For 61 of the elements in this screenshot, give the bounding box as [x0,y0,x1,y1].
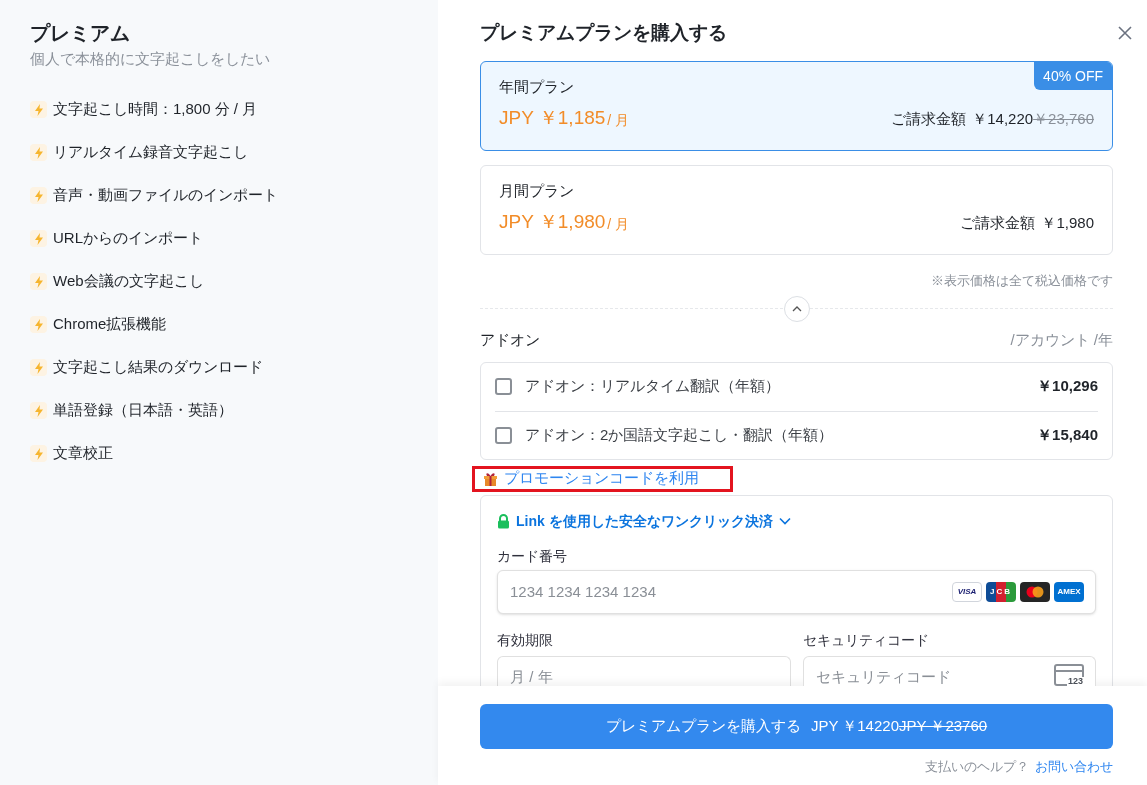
billing-amount: ￥1,980 [1041,213,1094,233]
contact-link[interactable]: お問い合わせ [1035,757,1113,777]
lock-icon [497,513,510,529]
billing-amount: ￥14,220 [972,109,1034,129]
dialog-title: プレミアムプランを購入する [480,20,727,45]
price-unit: / 月 [607,111,630,130]
feature-text: 単語登録（日本語・英語） [53,400,233,421]
lightning-icon [30,187,47,204]
addon-price: ￥10,296 [1037,376,1098,397]
billing-label: ご請求金額 [891,109,967,129]
visa-logo: VISA [952,581,982,602]
amex-logo: AMEX [1054,581,1084,602]
help-text: 支払いのヘルプ？ [925,758,1029,776]
plan-price: JPY ￥1,980 [499,210,606,234]
addon-price: ￥15,840 [1037,424,1098,445]
discount-badge: 40% OFF [1034,62,1112,90]
plan-option[interactable]: 40% OFF 年間プラン JPY ￥1,185/ 月 ご請求金額 ￥14,220￥23,760 [480,61,1113,151]
lightning-icon [30,402,47,419]
addons-title: アドオン [480,330,540,351]
feature-text: リアルタイム録音文字起こし [53,142,248,163]
addon-checkbox[interactable] [495,426,512,444]
mastercard-logo [1020,581,1050,602]
feature-text: Web会議の文字起こし [53,271,204,292]
feature-text: URLからのインポート [53,228,203,249]
lightning-icon [30,144,47,161]
collapse-button[interactable] [783,295,810,322]
lightning-icon [30,316,47,333]
expiry-label: 有効期限 [497,630,554,650]
lightning-icon [30,445,47,462]
lightning-icon [30,273,47,290]
plan-title: プレミアム [30,21,131,46]
chevron-down-icon [778,517,791,525]
promo-code-link[interactable]: プロモーションコードを利用 [472,465,733,492]
gift-icon [483,471,498,486]
lightning-icon [30,359,47,376]
purchase-button[interactable]: プレミアムプランを購入する JPY ￥14220JPY ￥23760 [480,704,1113,749]
plan-option[interactable]: 月間プラン JPY ￥1,980/ 月 ご請求金額 ￥1,980 [480,165,1113,255]
feature-text: 音声・動画ファイルのインポート [53,185,278,206]
feature-text: 文章校正 [53,443,113,464]
lightning-icon [30,230,47,247]
plan-name: 年間プラン [499,77,575,97]
feature-text: 文字起こし結果のダウンロード [53,357,263,378]
link-payment-toggle[interactable]: Link を使用した安全なワンクリック決済 [497,510,791,532]
tax-note: ※表示価格は全て税込価格です [930,272,1113,290]
feature-text: 文字起こし時間：1,800 分 / 月 [53,99,258,120]
security-code-label: セキュリティコード [802,630,930,650]
card-number-label: カード番号 [497,546,568,566]
price-unit: / 月 [607,215,630,234]
expiry-field[interactable]: 月 / 年 [497,655,791,686]
feature-text: Chrome拡張機能 [53,314,167,335]
addons-unit: /アカウント /年 [1010,330,1113,351]
lightning-icon [30,101,47,118]
plan-subtitle: 個人で本格的に文字起こしをしたい [30,49,271,69]
billing-label: ご請求金額 [960,213,1036,233]
original-amount: ￥23,760 [1033,109,1094,129]
chevron-up-icon [791,305,802,312]
addon-checkbox[interactable] [495,378,512,395]
plan-name: 月間プラン [499,181,575,201]
addon-label: アドオン：リアルタイム翻訳（年額） [525,376,781,397]
addon-label: アドオン：2か国語文字起こし・翻訳（年額） [525,424,835,445]
plan-price: JPY ￥1,185 [499,106,606,130]
